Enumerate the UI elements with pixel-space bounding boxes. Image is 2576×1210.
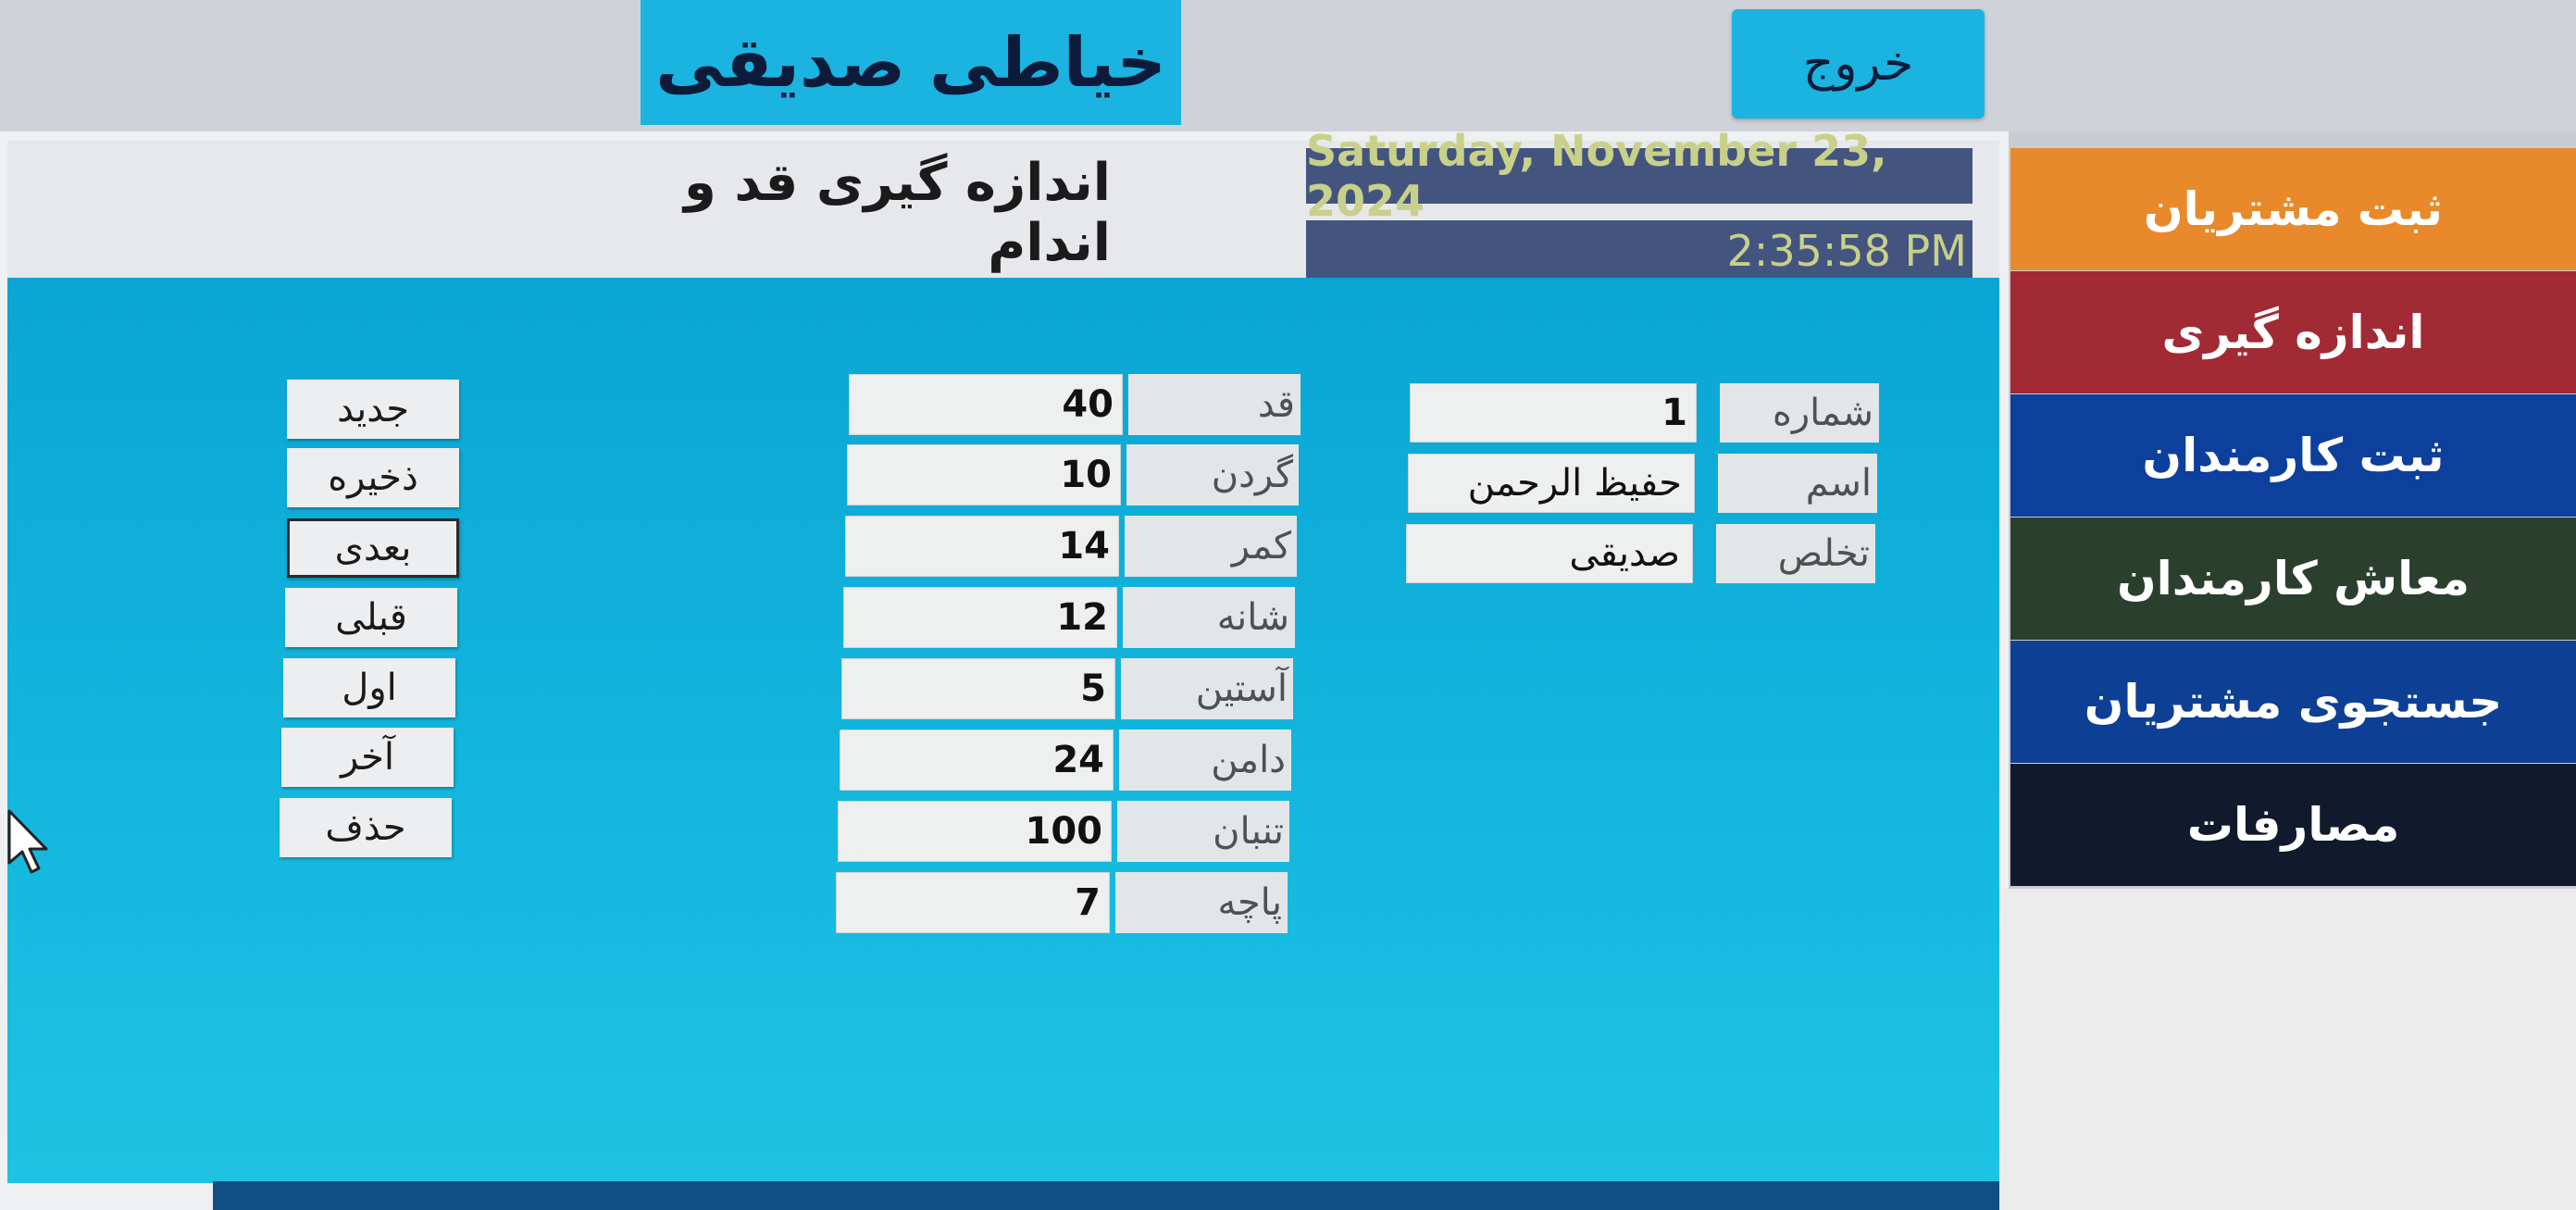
trouser-input[interactable]: 100 <box>838 801 1112 862</box>
date-display: Saturday, November 23, 2024 <box>1306 126 1972 226</box>
height-input[interactable]: 40 <box>849 374 1123 435</box>
customer-number-label: شماره <box>1720 383 1879 443</box>
trouser-label: تنبان <box>1117 801 1289 862</box>
sidebar-item-expenses[interactable]: مصارفات <box>2010 764 2576 886</box>
customer-number-input[interactable]: 1 <box>1410 383 1697 443</box>
shoulder-label: شانه <box>1123 587 1295 648</box>
sidebar-item-customer-search[interactable]: جستجوی مشتریان <box>2010 641 2576 763</box>
top-header-strip <box>0 0 2576 131</box>
delete-button[interactable]: حذف <box>280 798 452 857</box>
customer-surname-input[interactable]: صدیقی <box>1406 524 1693 583</box>
next-button[interactable]: بعدی <box>287 518 459 578</box>
sidebar-empty-area <box>1999 889 2576 1210</box>
new-button[interactable]: جدید <box>287 380 459 439</box>
save-button[interactable]: ذخیره <box>287 448 459 507</box>
sidebar-item-customer-registration[interactable]: ثبت مشتریان <box>2010 148 2576 270</box>
page-title: اندازه گیری قد و اندام <box>684 153 1111 273</box>
waist-label: کمر <box>1125 516 1297 577</box>
hem-label: پاچه <box>1115 872 1288 933</box>
height-label: قد <box>1128 374 1300 435</box>
first-button[interactable]: اول <box>283 658 455 717</box>
mouse-cursor-icon <box>6 809 50 876</box>
app-title: خیاطی صدیقی <box>641 0 1181 125</box>
customer-name-label: اسم <box>1718 454 1877 513</box>
bottom-bar <box>213 1181 2009 1210</box>
waist-input[interactable]: 14 <box>845 516 1119 577</box>
sleeve-label: آستین <box>1121 658 1293 719</box>
customer-surname-label: تخلص <box>1716 524 1875 583</box>
sidebar-item-employee-salary[interactable]: معاش کارمندان <box>2010 518 2576 640</box>
customer-name-input[interactable]: حفیظ الرحمن <box>1408 454 1695 513</box>
sidebar-item-employee-registration[interactable]: ثبت کارمندان <box>2010 394 2576 517</box>
neck-label: گردن <box>1126 444 1299 505</box>
neck-input[interactable]: 10 <box>847 444 1121 505</box>
sidebar-item-measurement[interactable]: اندازه گیری <box>2010 271 2576 393</box>
shoulder-input[interactable]: 12 <box>843 587 1117 648</box>
skirt-input[interactable]: 24 <box>840 730 1114 791</box>
exit-button[interactable]: خروج <box>1732 9 1985 119</box>
previous-button[interactable]: قبلی <box>285 588 457 647</box>
time-display: 2:35:58 PM <box>1306 220 1972 281</box>
skirt-label: دامن <box>1119 730 1291 791</box>
sleeve-input[interactable]: 5 <box>841 658 1115 719</box>
hem-input[interactable]: 7 <box>836 872 1110 933</box>
last-button[interactable]: آخر <box>281 728 454 787</box>
